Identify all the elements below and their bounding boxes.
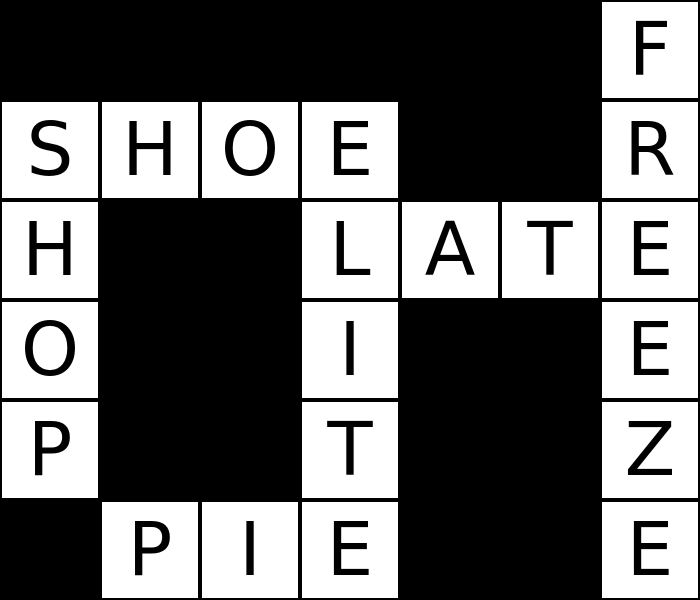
block-cell xyxy=(202,2,298,98)
block-cell xyxy=(202,202,298,298)
block-cell xyxy=(102,202,198,298)
block-cell xyxy=(402,502,498,598)
letter-cell[interactable]: Z xyxy=(602,402,698,498)
letter-cell[interactable]: E xyxy=(602,502,698,598)
block-cell xyxy=(502,502,598,598)
block-cell xyxy=(202,302,298,398)
letter-cell[interactable]: R xyxy=(602,102,698,198)
letter-cell[interactable]: O xyxy=(202,102,298,198)
block-cell xyxy=(402,2,498,98)
block-cell xyxy=(2,2,98,98)
block-cell xyxy=(502,302,598,398)
letter-cell[interactable]: L xyxy=(302,202,398,298)
letter-cell[interactable]: I xyxy=(202,502,298,598)
block-cell xyxy=(102,402,198,498)
block-cell xyxy=(302,2,398,98)
crossword-grid: FSHOERHLATEOIEPTZPIEE xyxy=(0,0,700,600)
block-cell xyxy=(402,402,498,498)
letter-cell[interactable]: P xyxy=(102,502,198,598)
letter-cell[interactable]: E xyxy=(302,502,398,598)
block-cell xyxy=(202,402,298,498)
block-cell xyxy=(2,502,98,598)
block-cell xyxy=(502,102,598,198)
letter-cell[interactable]: O xyxy=(2,302,98,398)
block-cell xyxy=(502,2,598,98)
letter-cell[interactable]: S xyxy=(2,102,98,198)
block-cell xyxy=(502,402,598,498)
letter-cell[interactable]: A xyxy=(402,202,498,298)
letter-cell[interactable]: H xyxy=(102,102,198,198)
block-cell xyxy=(402,302,498,398)
block-cell xyxy=(102,302,198,398)
letter-cell[interactable]: E xyxy=(602,202,698,298)
block-cell xyxy=(102,2,198,98)
letter-cell[interactable]: T xyxy=(502,202,598,298)
letter-cell[interactable]: E xyxy=(602,302,698,398)
letter-cell[interactable]: H xyxy=(2,202,98,298)
letter-cell[interactable]: F xyxy=(602,2,698,98)
block-cell xyxy=(402,102,498,198)
letter-cell[interactable]: P xyxy=(2,402,98,498)
letter-cell[interactable]: I xyxy=(302,302,398,398)
letter-cell[interactable]: T xyxy=(302,402,398,498)
letter-cell[interactable]: E xyxy=(302,102,398,198)
